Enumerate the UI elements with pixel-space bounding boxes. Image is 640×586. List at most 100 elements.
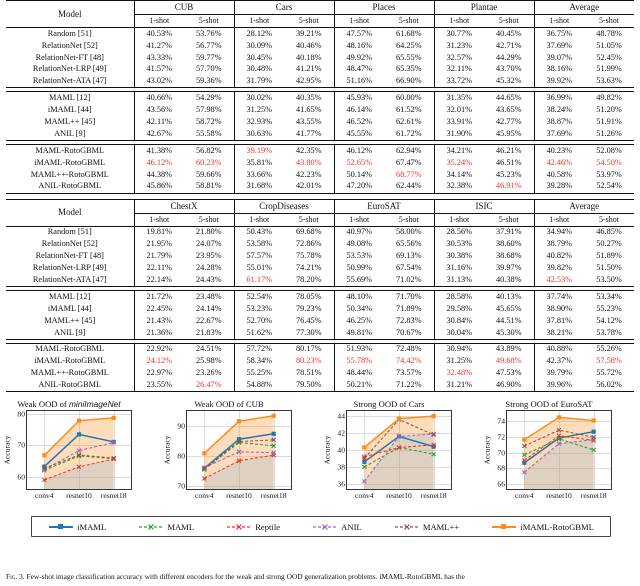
table-group-header-row: Model CUB Cars Places Plantae Average	[6, 0, 635, 28]
table-cell-model: iMAML-RotoGBML	[34, 157, 106, 167]
table-cell-value: 53.53%	[333, 250, 384, 263]
table-row: MAML++-RotoGBML 44.38% 59.66% 33.66% 42.23% 5…	[6, 168, 634, 181]
table-cell-model: MAML++ [45]	[44, 117, 96, 127]
table-cell-value: 54.88%	[233, 379, 284, 393]
table-cell-value: 48.10%	[333, 290, 384, 303]
table-cell-value: 31.16%	[433, 262, 484, 275]
chart-y-axis-label: Accuracy	[2, 435, 12, 465]
legend-item-reptile[interactable]: Reptile	[226, 522, 280, 532]
figure-legend: iMAML MAML Reptile ANIL MAML++ iMAML-RotoGBML	[31, 516, 611, 538]
table-cell-value: 30.84%	[433, 314, 484, 327]
column-header-model: Model	[6, 198, 134, 227]
chart-data-point	[236, 419, 242, 424]
table-cell-value: 43.89%	[484, 342, 535, 356]
legend-label: MAML	[167, 521, 195, 532]
table-cell-value: 22.97%	[133, 367, 184, 380]
table-cell-value: 47.57%	[333, 26, 385, 40]
table-cell-value: 71.22%	[384, 379, 434, 393]
table-cell-value: 53.97%	[596, 169, 622, 179]
table-cell-value: 40.58%	[533, 168, 585, 181]
table-cell-value: 30.53%	[433, 238, 484, 251]
chart-x-tick-label: resnet18	[260, 491, 287, 501]
chart-y-axis-label: Accuracy	[482, 435, 492, 465]
table-cell-value: 65.56%	[395, 239, 422, 249]
column-subheader: 1-shot	[333, 14, 385, 28]
table-cell-value: 45.55%	[333, 128, 385, 141]
table-cell-value: 55.69%	[333, 274, 384, 287]
column-group-header: CUB	[133, 0, 235, 15]
table-cell-value: 53.63%	[596, 76, 622, 86]
table-cell-value: 65.55%	[395, 52, 422, 62]
legend-item-maml[interactable]: MAML	[138, 522, 194, 532]
table-cell-value: 36.99%	[533, 91, 585, 105]
table-cell-value: 38.21%	[533, 326, 585, 340]
table-cell-value: 53.34%	[584, 290, 635, 303]
legend-label: MAML++	[422, 521, 460, 532]
table-cell-value: 32.57%	[433, 51, 485, 64]
table-cell-value: 61.17%	[233, 274, 284, 287]
table-cell-value: 33.72%	[433, 75, 485, 88]
table-cell-value: 69.13%	[395, 251, 422, 261]
table-cell-value: 39.97%	[495, 263, 522, 273]
chart-data-point	[522, 437, 527, 442]
table-cell-value: 29.58%	[433, 302, 484, 315]
table-cell-value: 44.51%	[495, 315, 522, 325]
table-cell-value: 58.34%	[233, 355, 284, 368]
table-cell-value: 47.20%	[333, 180, 385, 194]
table-cell-value: 41.57%	[133, 63, 184, 76]
column-group-header: ChestX	[133, 198, 234, 214]
table-cell-model: MAML-RotoGBML	[6, 342, 134, 356]
table-cell-value: 45.95%	[495, 128, 522, 138]
chart-x-tick-label: resnet10	[386, 491, 412, 501]
chart-title: Weak OOD of CUB	[194, 399, 264, 410]
table-row: ANIL [9] 42.67% 55.58% 30.63% 41.77% 45.55% 61…	[6, 128, 634, 141]
table-cell-value: 28.58%	[433, 290, 484, 303]
column-subheader: 5-shot	[298, 16, 319, 25]
chart-x-tick-label: conv4	[35, 491, 54, 501]
table-cell-value: 42.37%	[533, 355, 585, 368]
legend-swatch-reptile-icon	[227, 523, 252, 530]
column-subheader: 5-shot	[198, 214, 219, 224]
table-cell-value: 58.00%	[384, 225, 434, 239]
table-cell-value: 31.25%	[433, 355, 484, 368]
table-cell-value: 39.92%	[533, 75, 585, 88]
table-cell-value: 32.93%	[233, 116, 285, 129]
table-strong-ood: Model ChestX CropDiseases EuroSAT ISIC Averag…	[6, 198, 635, 393]
table-cell-value: 40.18%	[295, 52, 322, 62]
legend-item-imaml-rotogbml[interactable]: iMAML-RotoGBML	[491, 522, 594, 532]
table-cell-value: 33.91%	[433, 116, 485, 129]
chart-y-axis-label: Accuracy	[162, 435, 172, 465]
table-cell-value: 24.12%	[133, 355, 184, 368]
chart-data-point	[556, 415, 562, 420]
chart-title: Strong OOD of Cars	[353, 399, 425, 410]
chart-x-tick-label: resnet10	[546, 491, 572, 501]
table-cell-value: 55.26%	[584, 342, 635, 356]
table-cell-value: 51.16%	[333, 75, 385, 88]
table-row: MAML++ [45] 42.11% 58.72% 32.93% 43.55% 46.52…	[6, 116, 634, 129]
column-group-header: EuroSAT	[333, 198, 434, 214]
table-cell-value: 31.35%	[433, 91, 485, 105]
table-cell-value: 48.47%	[333, 63, 385, 76]
legend-swatch-anil-icon	[313, 523, 338, 530]
table-cell-value: 30.94%	[433, 342, 484, 356]
chart-2: Weak OOD of CUB Accuracy 70 80 90 conv4 resnet…	[162, 398, 296, 510]
legend-item-anil[interactable]: ANIL	[312, 522, 362, 532]
legend-label: iMAML	[77, 521, 107, 532]
table-cell-value: 35.24%	[433, 156, 485, 169]
table-cell-value: 52.45%	[596, 52, 622, 62]
column-subheader: 1-shot	[433, 213, 484, 227]
table-row: Random [51] 19.81% 21.80% 50.43% 69.68% 40.97…	[6, 225, 635, 239]
table-cell-value: 53.50%	[596, 274, 622, 284]
legend-swatch-maml-icon	[139, 523, 164, 530]
table-cell-value: 30.02%	[233, 91, 285, 105]
legend-item-mamlpp[interactable]: MAML++	[394, 522, 459, 532]
table-cell-value: 74.42%	[395, 356, 422, 366]
table-cell-value: 40.38%	[495, 274, 522, 284]
chart-x-tick-label: resnet10	[226, 491, 252, 501]
table-row: RelationNet-LRP [49] 22.11% 24.28% 55.01% 74…	[6, 262, 634, 275]
table-cell-model: iMAML [44]	[47, 105, 92, 115]
table-cell-value: 58.81%	[184, 180, 235, 194]
table-cell-value: 45.32%	[495, 76, 522, 86]
legend-item-imaml[interactable]: iMAML	[48, 522, 106, 532]
table-cell-value: 61.68%	[384, 26, 435, 40]
